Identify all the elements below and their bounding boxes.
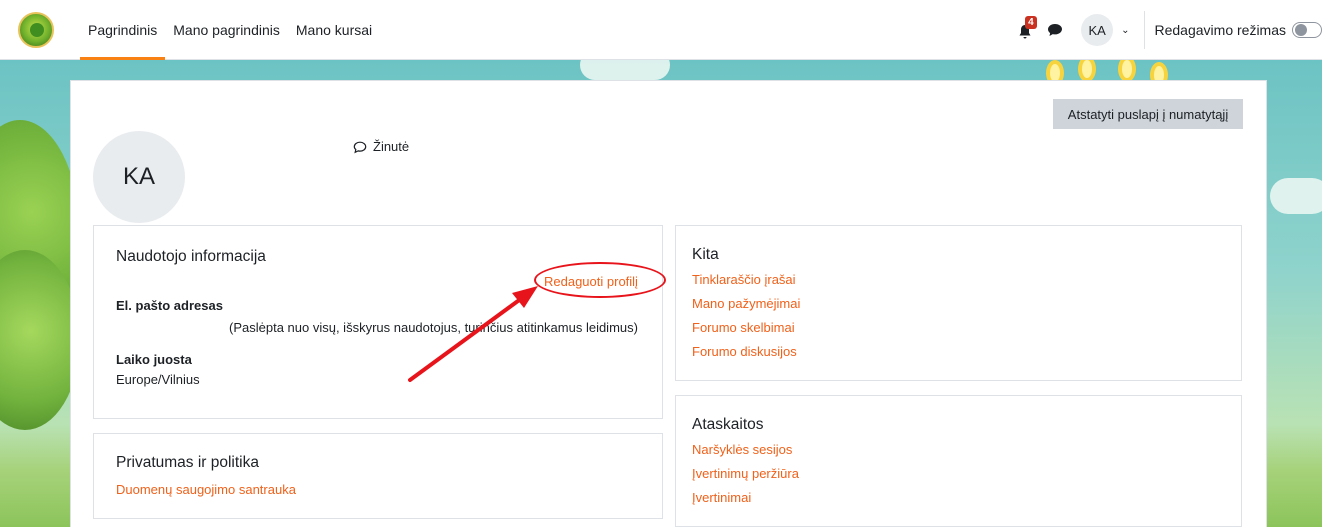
background-decoration xyxy=(1118,60,1136,82)
nav-dashboard[interactable]: Mano pagrindinis xyxy=(165,0,288,60)
other-panel: Kita Tinklaraščio įrašai Mano pažymėjima… xyxy=(675,225,1242,381)
my-badges-link[interactable]: Mano pažymėjimai xyxy=(692,292,800,316)
notifications-bell-icon[interactable]: 4 xyxy=(1017,16,1037,40)
other-links: Tinklaraščio įrašai Mano pažymėjimai For… xyxy=(692,268,800,364)
notification-count-badge: 4 xyxy=(1025,16,1037,29)
user-navigation: 4 KA ⌄ Redagavimo režimas xyxy=(1017,0,1322,60)
timezone-label: Laiko juosta xyxy=(116,352,192,367)
navbar-divider xyxy=(1143,11,1145,49)
nav-home[interactable]: Pagrindinis xyxy=(80,0,166,60)
profile-card: Atstatyti puslapį į numatytąjį KA Žinutė… xyxy=(70,80,1267,527)
timezone-value: Europe/Vilnius xyxy=(116,372,200,387)
privacy-title: Privatumas ir politika xyxy=(116,454,259,471)
privacy-panel: Privatumas ir politika Duomenų saugojimo… xyxy=(93,433,663,519)
email-label: El. pašto adresas xyxy=(116,298,223,313)
speech-bubble-icon xyxy=(353,141,367,153)
user-menu-avatar[interactable]: KA xyxy=(1081,14,1114,46)
reports-links: Naršyklės sesijos Įvertinimų peržiūra Įv… xyxy=(692,438,799,510)
other-title: Kita xyxy=(692,246,719,263)
edit-mode-label: Redagavimo režimas xyxy=(1154,22,1287,38)
reports-title: Ataskaitos xyxy=(692,416,764,433)
reset-page-button[interactable]: Atstatyti puslapį į numatytąjį xyxy=(1053,99,1243,129)
browser-sessions-link[interactable]: Naršyklės sesijos xyxy=(692,438,799,462)
top-navbar: Pagrindinis Mano pagrindinis Mano kursai… xyxy=(0,0,1322,60)
primary-navigation: Pagrindinis Mano pagrindinis Mano kursai xyxy=(80,0,380,60)
data-retention-summary-link[interactable]: Duomenų saugojimo santrauka xyxy=(116,478,296,502)
background-cloud xyxy=(1270,178,1322,214)
message-link-label: Žinutė xyxy=(373,139,410,154)
forum-posts-link[interactable]: Forumo skelbimai xyxy=(692,316,800,340)
email-value: (Paslėpta nuo visų, išskyrus naudotojus,… xyxy=(229,320,638,335)
grades-link[interactable]: Įvertinimai xyxy=(692,486,799,510)
user-info-title: Naudotojo informacija xyxy=(116,248,266,265)
chevron-down-icon[interactable]: ⌄ xyxy=(1121,25,1129,36)
blog-entries-link[interactable]: Tinklaraščio įrašai xyxy=(692,268,800,292)
forum-discussions-link[interactable]: Forumo diskusijos xyxy=(692,340,800,364)
site-logo[interactable] xyxy=(18,12,54,48)
nav-my-courses[interactable]: Mano kursai xyxy=(288,0,380,60)
grades-overview-link[interactable]: Įvertinimų peržiūra xyxy=(692,462,799,486)
background-cloud xyxy=(580,60,670,80)
background-decoration xyxy=(1078,60,1096,82)
annotation-circle xyxy=(534,262,666,298)
message-link[interactable]: Žinutė xyxy=(353,139,409,154)
profile-avatar: KA xyxy=(93,131,185,223)
edit-mode-toggle[interactable] xyxy=(1292,22,1322,38)
reports-panel: Ataskaitos Naršyklės sesijos Įvertinimų … xyxy=(675,395,1242,527)
user-info-panel: Naudotojo informacija Redaguoti profilį … xyxy=(93,225,666,419)
messages-icon[interactable] xyxy=(1047,22,1063,38)
